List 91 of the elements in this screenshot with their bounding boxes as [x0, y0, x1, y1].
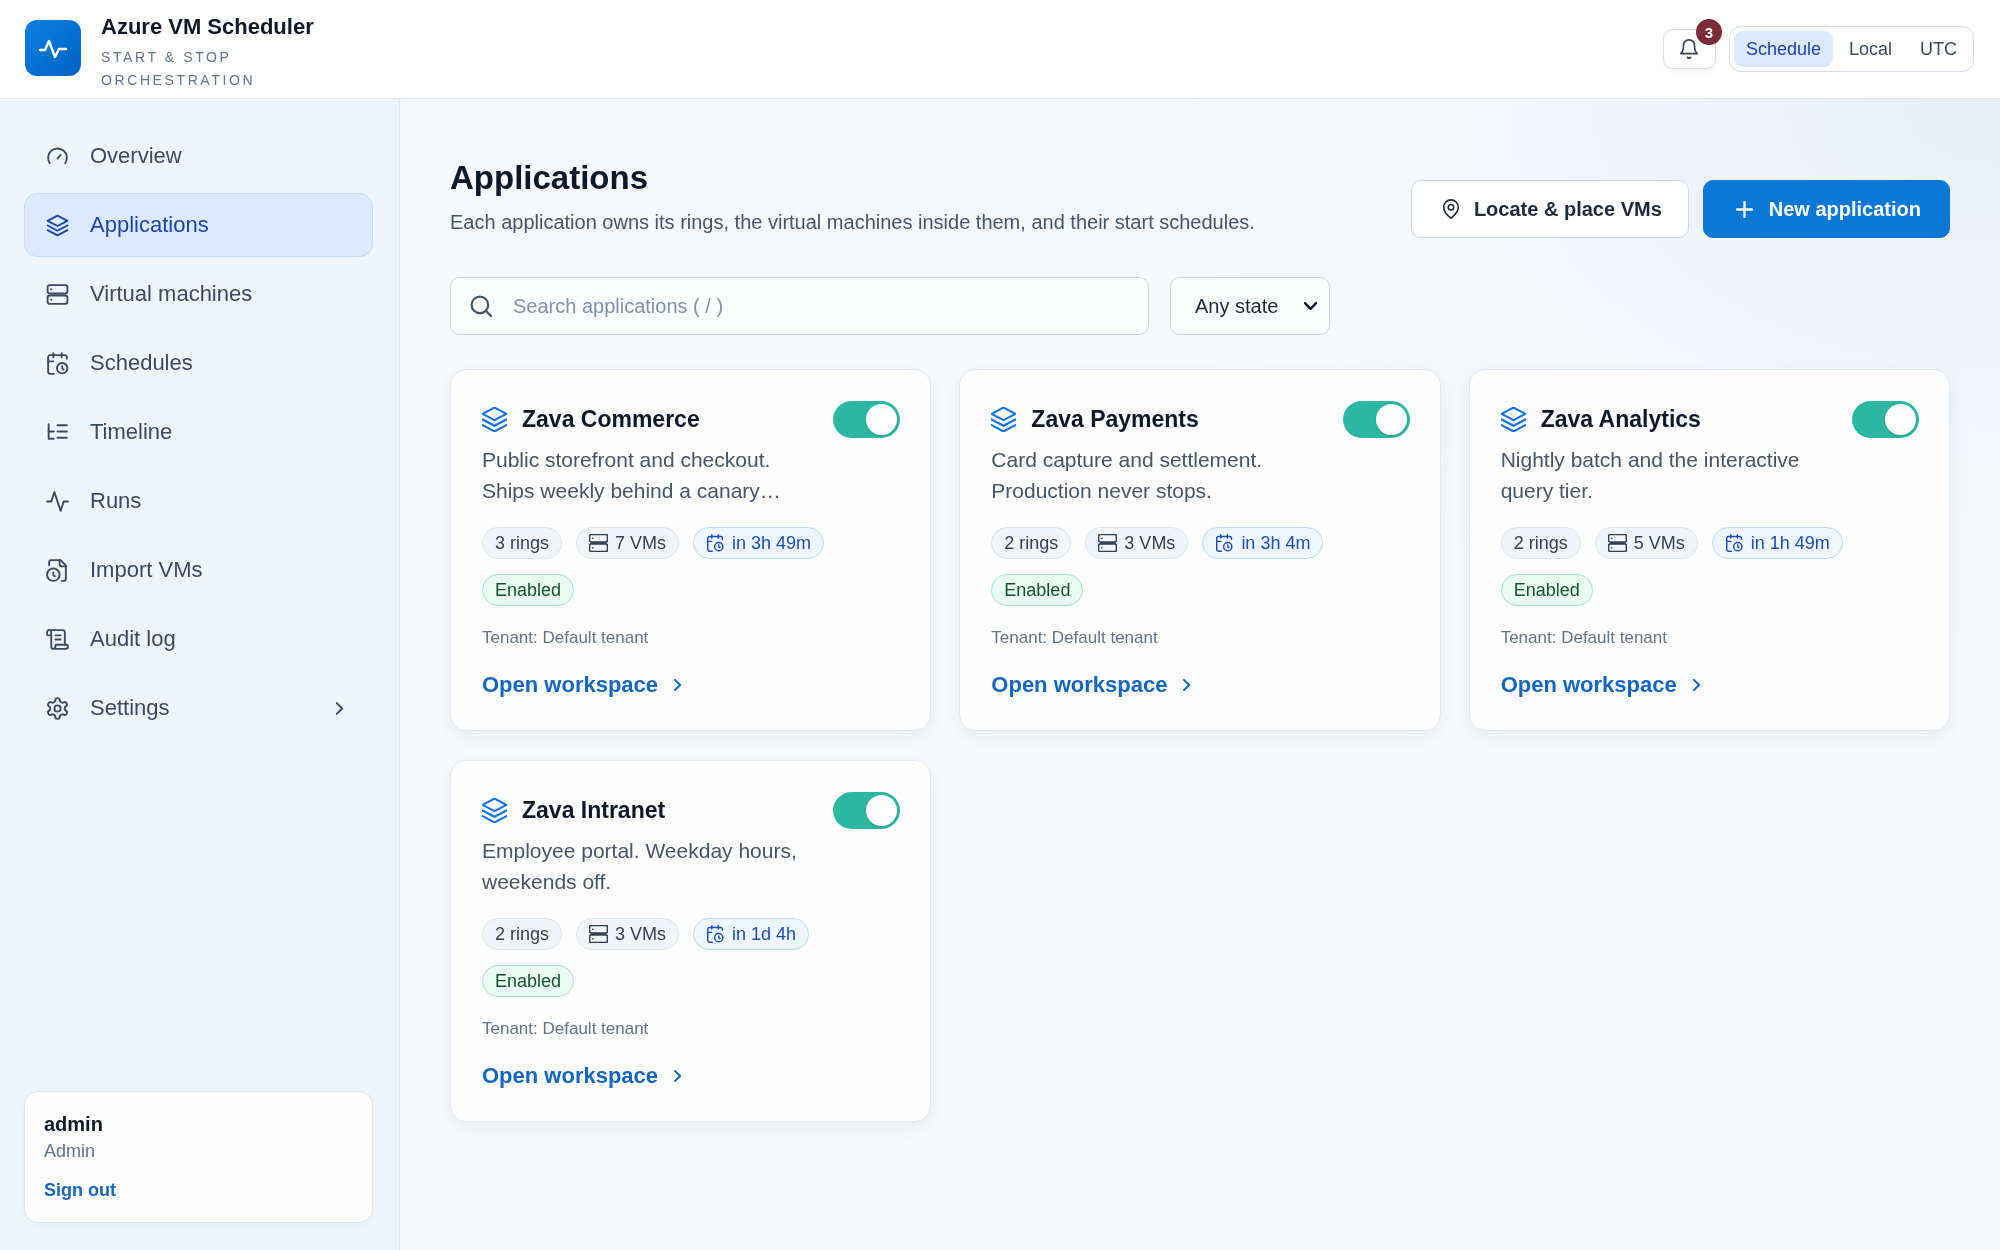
- sidebar-item[interactable]: Timeline: [24, 400, 373, 464]
- time-mode-tab[interactable]: UTC: [1908, 31, 1969, 67]
- calendar-clock-icon: [706, 534, 726, 552]
- layers-icon: [45, 212, 70, 238]
- page-description: Each application owns its rings, the virtual machines inside them, and their start schedules.: [450, 210, 1255, 235]
- chevron-right-icon: [1183, 679, 1191, 691]
- rings-tag: 2 rings: [991, 527, 1072, 559]
- sign-out-link[interactable]: Sign out: [44, 1178, 116, 1202]
- server-icon: [1098, 534, 1118, 552]
- search-icon: [470, 295, 492, 317]
- vm-count: 7 VMs: [615, 532, 667, 554]
- rings-tag: 2 rings: [482, 918, 563, 950]
- open-workspace-link[interactable]: Open workspace: [482, 1061, 682, 1091]
- calendar-clock-icon: [1724, 534, 1744, 552]
- chevron-right-icon: [674, 1070, 682, 1082]
- toggle-switch[interactable]: [1852, 401, 1919, 438]
- page-title: Applications: [450, 158, 650, 198]
- calendar-clock-icon: [45, 350, 70, 376]
- application-description: Nightly batch and the interactive query tier.: [1500, 447, 1801, 504]
- user-name: admin: [44, 1112, 104, 1137]
- vm-count: 3 VMs: [1124, 532, 1176, 554]
- layers-icon: [482, 407, 507, 432]
- status-tag: Enabled: [482, 965, 575, 997]
- time-mode-tab[interactable]: Schedule: [1733, 31, 1833, 67]
- application-name: Zava Analytics: [1540, 406, 1701, 433]
- sidebar-item[interactable]: Audit log: [24, 607, 373, 671]
- notifications-button[interactable]: [1662, 29, 1716, 69]
- toggle-switch[interactable]: [833, 792, 901, 829]
- sidebar-item[interactable]: Virtual machines: [24, 262, 373, 326]
- time-mode-tab[interactable]: Local: [1836, 31, 1904, 67]
- settings-icon: [45, 695, 70, 721]
- server-icon: [589, 534, 609, 552]
- file-clock-icon: [45, 557, 70, 583]
- plus-icon: [1735, 200, 1753, 218]
- tenant-label: Tenant: Default tenant: [482, 1018, 650, 1040]
- status-tag: Enabled: [991, 574, 1084, 606]
- map-pin-icon: [1441, 199, 1460, 219]
- status-tag: Enabled: [1500, 574, 1593, 606]
- rings-tag: 2 rings: [1500, 527, 1581, 559]
- add-button[interactable]: New application: [1702, 180, 1950, 238]
- user-role: Admin: [44, 1140, 97, 1163]
- application-name: Zava Commerce: [522, 406, 700, 433]
- toggle-switch[interactable]: [833, 401, 901, 438]
- server-icon: [589, 925, 609, 943]
- sidebar-item[interactable]: Settings: [24, 676, 373, 740]
- search-field[interactable]: Search applications ( / ): [450, 277, 1149, 335]
- locate-button[interactable]: Locate & place VMs: [1410, 180, 1689, 238]
- pulse-icon: [45, 488, 70, 514]
- pulse-logo-icon: [25, 20, 81, 76]
- toggle-switch[interactable]: [1342, 401, 1410, 438]
- server-icon: [45, 281, 70, 307]
- tenant-label: Tenant: Default tenant: [1500, 627, 1668, 649]
- caret-down-icon: [1304, 302, 1317, 310]
- application-description: Card capture and settlement. Production never stops.: [991, 447, 1264, 504]
- open-workspace-link[interactable]: Open workspace: [1500, 670, 1700, 700]
- vm-count: 3 VMs: [615, 923, 667, 945]
- application-name: Zava Payments: [1031, 406, 1199, 433]
- application-description: Employee portal. Weekday hours, weekends off.: [482, 838, 798, 895]
- vm-count: 5 VMs: [1633, 532, 1685, 554]
- rings-tag: 3 rings: [482, 527, 563, 559]
- tenant-label: Tenant: Default tenant: [991, 627, 1159, 649]
- next-start-time: in 3h 49m: [732, 532, 812, 554]
- application-name: Zava Intranet: [522, 797, 666, 824]
- chevron-right-icon: [674, 679, 682, 691]
- app-subtitle: START & STOP ORCHESTRATION: [101, 48, 257, 90]
- layers-icon: [482, 798, 507, 823]
- open-workspace-link[interactable]: Open workspace: [991, 670, 1191, 700]
- calendar-clock-icon: [1215, 534, 1235, 552]
- chevron-right-icon: [1692, 679, 1700, 691]
- notification-count: 3: [1695, 19, 1722, 45]
- next-start-time: in 3h 4m: [1241, 532, 1311, 554]
- tenant-label: Tenant: Default tenant: [482, 627, 650, 649]
- sidebar-item[interactable]: Import VMs: [24, 538, 373, 602]
- app-title: Azure VM Scheduler: [101, 13, 314, 41]
- scroll-icon: [45, 626, 70, 652]
- next-start-time: in 1h 49m: [1750, 532, 1830, 554]
- server-icon: [1607, 534, 1627, 552]
- chevron-right-icon: [335, 700, 344, 716]
- calendar-clock-icon: [706, 925, 726, 943]
- application-description: Public storefront and checkout. Ships weekly behind a canary…: [482, 447, 782, 504]
- sidebar-item[interactable]: Overview: [24, 124, 373, 188]
- next-start-time: in 1d 4h: [732, 923, 797, 945]
- sidebar-item[interactable]: Applications: [24, 193, 373, 257]
- bell-icon: [1678, 38, 1701, 60]
- layers-icon: [991, 407, 1017, 432]
- state-filter-dropdown[interactable]: Any state: [1170, 277, 1330, 335]
- open-workspace-link[interactable]: Open workspace: [482, 670, 682, 700]
- layers-icon: [1500, 407, 1526, 432]
- status-tag: Enabled: [482, 574, 575, 606]
- sidebar-item[interactable]: Schedules: [24, 331, 373, 395]
- sidebar-item[interactable]: Runs: [24, 469, 373, 533]
